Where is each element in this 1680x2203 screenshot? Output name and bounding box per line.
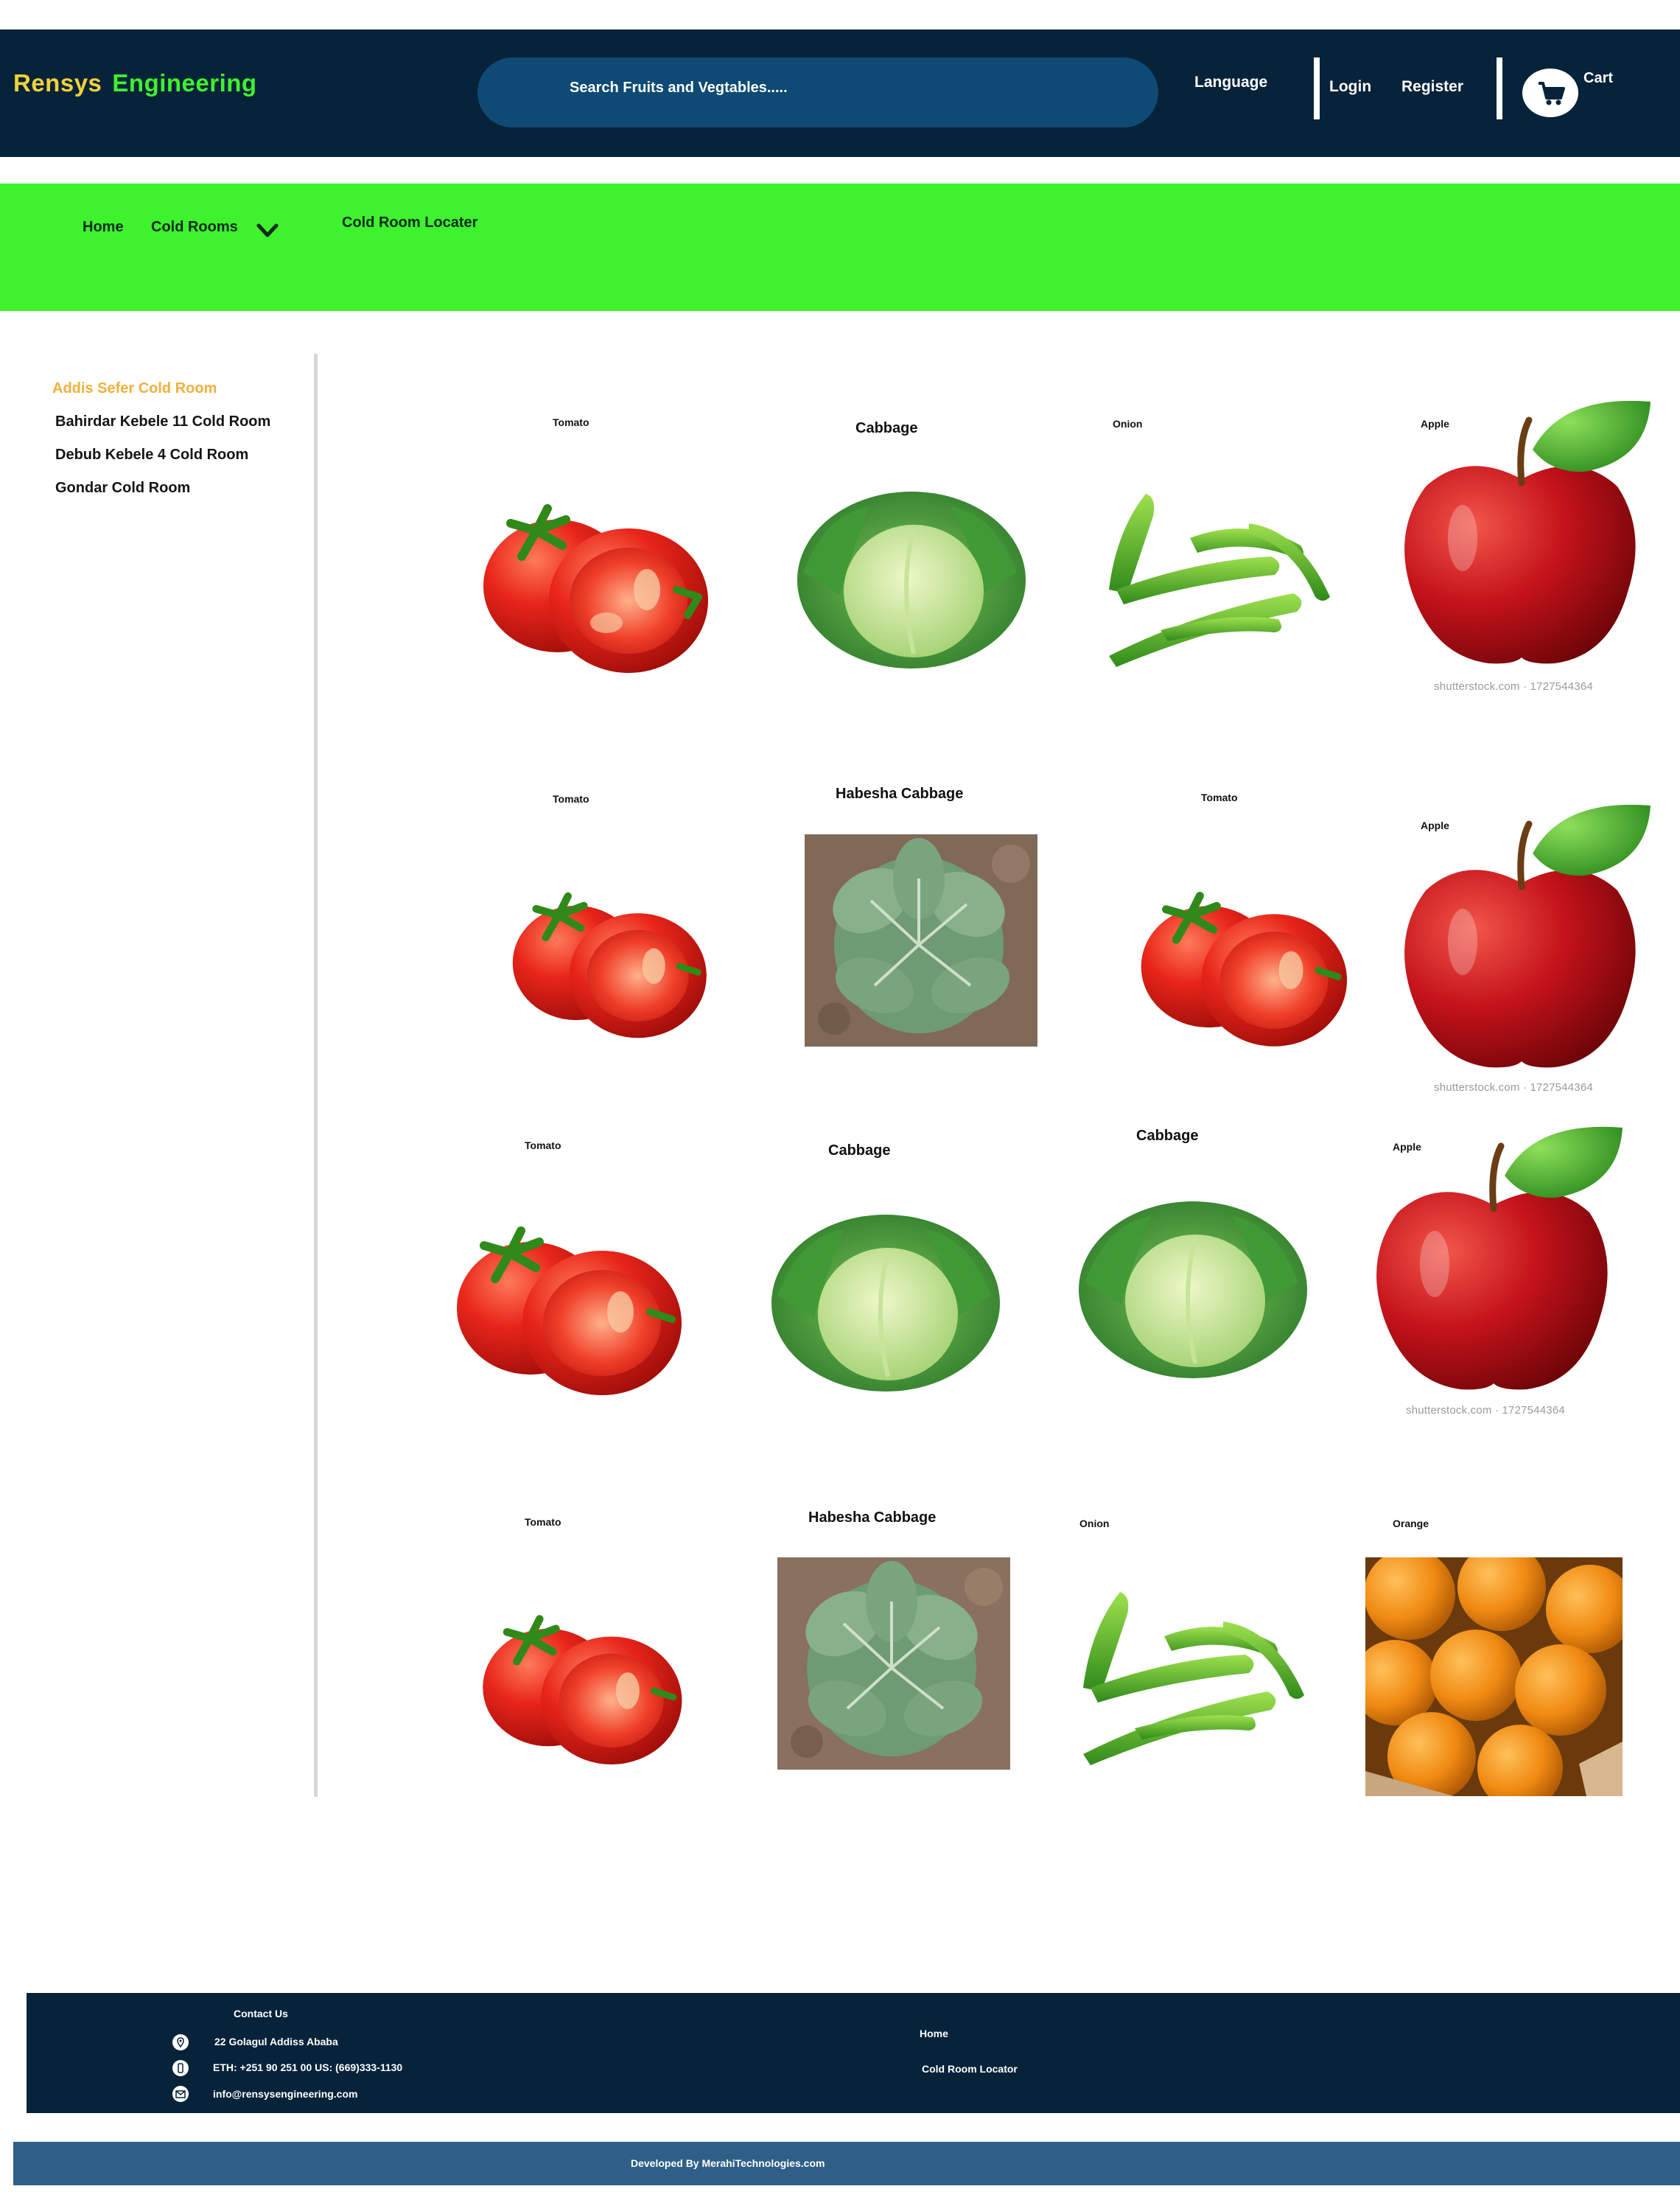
apple-image[interactable]: [1365, 1117, 1623, 1408]
cart-button[interactable]: [1522, 69, 1578, 117]
onion-image[interactable]: [1087, 472, 1341, 671]
product-label: Habesha Cabbage: [836, 786, 964, 802]
language-link[interactable]: Language: [1194, 74, 1267, 91]
sidebar-item-debub[interactable]: Debub Kebele 4 Cold Room: [55, 447, 248, 464]
nav-home[interactable]: Home: [83, 219, 124, 236]
register-link[interactable]: Register: [1401, 78, 1463, 96]
product-label: Cabbage: [855, 420, 918, 436]
apple-image[interactable]: [1393, 795, 1651, 1086]
search-input[interactable]: Search Fruits and Vegtables.....: [570, 80, 788, 97]
chevron-down-icon[interactable]: [255, 222, 280, 240]
nav-cold-rooms[interactable]: Cold Rooms: [151, 219, 238, 236]
product-label: Tomato: [1201, 792, 1238, 803]
header-divider-2: [1497, 57, 1502, 119]
mail-icon: [172, 2086, 189, 2102]
cabbage-image[interactable]: [770, 1207, 1001, 1394]
nav-cold-room-locater[interactable]: Cold Room Locater: [342, 214, 477, 231]
apple-watermark: shutterstock.com · 1727544364: [1434, 1081, 1593, 1094]
product-label: Tomato: [525, 1139, 561, 1151]
brand-name-part2: Engineering: [112, 69, 257, 97]
cart-label[interactable]: Cart: [1583, 70, 1613, 87]
search-bar[interactable]: Search Fruits and Vegtables.....: [477, 57, 1158, 128]
habesha-cabbage-image[interactable]: [805, 834, 1037, 1047]
contact-phone[interactable]: ETH: +251 90 251 00 US: (669)333-1130: [213, 2061, 402, 2073]
tomato-image[interactable]: [477, 1599, 685, 1770]
site-header: Rensys Engineering Search Fruits and Vegt…: [0, 29, 1680, 157]
tomato-image[interactable]: [1126, 876, 1360, 1052]
brand-name-part1: Rensys: [13, 69, 102, 97]
brand-logo[interactable]: Rensys Engineering: [13, 69, 257, 97]
sidebar-divider: [314, 354, 318, 1797]
footer-link-cold-room-locator[interactable]: Cold Room Locator: [922, 2063, 1018, 2075]
product-label: Tomato: [553, 793, 589, 805]
location-pin-icon: [172, 2034, 189, 2050]
product-label: Tomato: [525, 1516, 561, 1528]
contact-address: 22 Golagul Addiss Ababa: [214, 2036, 338, 2047]
onion-image[interactable]: [1061, 1570, 1315, 1769]
product-label: Tomato: [553, 416, 589, 428]
habesha-cabbage-image[interactable]: [777, 1557, 1010, 1770]
sidebar-item-addis-sefer[interactable]: Addis Sefer Cold Room: [52, 380, 217, 397]
apple-watermark: shutterstock.com · 1727544364: [1434, 680, 1593, 693]
product-label: Onion: [1079, 1518, 1110, 1529]
tomato-image[interactable]: [505, 877, 713, 1044]
cabbage-image[interactable]: [796, 484, 1027, 671]
contact-title: Contact Us: [234, 2008, 288, 2019]
product-label: Cabbage: [1136, 1128, 1199, 1144]
sidebar-item-gondar[interactable]: Gondar Cold Room: [55, 480, 190, 497]
product-label: Orange: [1393, 1518, 1429, 1529]
apple-image[interactable]: [1393, 391, 1651, 682]
credits-bar: Developed By MerahiTechnologies.com: [13, 2142, 1680, 2185]
developer-credit[interactable]: Developed By MerahiTechnologies.com: [631, 2157, 825, 2169]
main-nav: Home Cold Rooms Cold Room Locater: [0, 184, 1680, 311]
product-label: Onion: [1113, 418, 1143, 430]
phone-icon: [172, 2060, 189, 2076]
product-label: Cabbage: [828, 1142, 891, 1159]
footer-link-home[interactable]: Home: [920, 2028, 948, 2039]
tomato-image[interactable]: [477, 486, 712, 680]
cabbage-image[interactable]: [1077, 1194, 1309, 1380]
tomato-image[interactable]: [451, 1209, 685, 1402]
shopping-cart-icon: [1539, 82, 1565, 105]
login-link[interactable]: Login: [1329, 78, 1371, 96]
header-divider: [1314, 57, 1320, 119]
product-label: Habesha Cabbage: [808, 1509, 937, 1526]
apple-watermark: shutterstock.com · 1727544364: [1406, 1404, 1565, 1417]
contact-email[interactable]: info@rensysengineering.com: [213, 2088, 357, 2100]
sidebar-item-bahirdar[interactable]: Bahirdar Kebele 11 Cold Room: [55, 413, 270, 430]
site-footer: Contact Us 22 Golagul Addiss Ababa ETH: …: [27, 1993, 1680, 2113]
orange-image[interactable]: [1365, 1557, 1623, 1796]
